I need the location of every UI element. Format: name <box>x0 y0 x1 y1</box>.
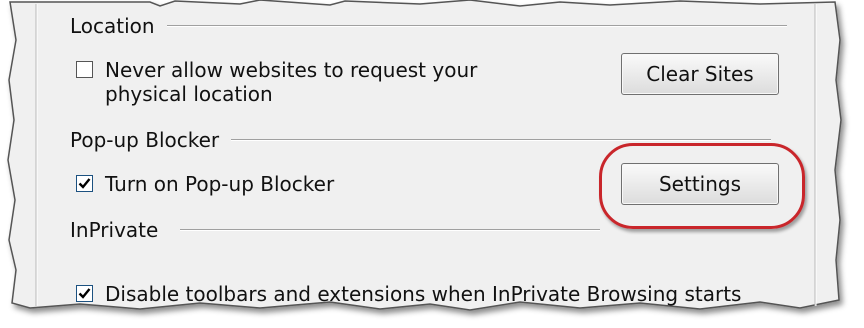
inprivate-heading: InPrivate <box>70 218 159 242</box>
turn-on-popup-blocker-label: Turn on Pop-up Blocker <box>105 172 335 196</box>
location-section: Location <box>70 14 787 38</box>
inprivate-section: InPrivate <box>70 218 601 242</box>
red-highlight-ellipse <box>599 143 805 229</box>
screenshot: Location Never allow websites to request… <box>0 0 864 328</box>
checkmark-icon <box>78 178 91 189</box>
never-allow-location-label: Never allow websites to request your phy… <box>105 58 478 106</box>
never-allow-location-checkbox[interactable] <box>76 61 93 78</box>
disable-toolbars-checkbox[interactable] <box>76 285 93 302</box>
turn-on-popup-blocker-row[interactable]: Turn on Pop-up Blocker <box>76 172 334 196</box>
location-heading: Location <box>70 14 155 38</box>
popup-blocker-heading: Pop-up Blocker <box>70 128 220 152</box>
section-divider <box>180 229 601 231</box>
clear-sites-button[interactable]: Clear Sites <box>621 53 779 95</box>
privacy-panel: Location Never allow websites to request… <box>0 0 864 328</box>
disable-toolbars-row[interactable]: Disable toolbars and extensions when InP… <box>76 282 741 306</box>
disable-toolbars-label: Disable toolbars and extensions when InP… <box>105 282 742 306</box>
section-divider <box>231 139 772 141</box>
never-allow-location-row[interactable]: Never allow websites to request your phy… <box>76 58 505 106</box>
checkmark-icon <box>78 288 91 299</box>
turn-on-popup-blocker-checkbox[interactable] <box>76 175 93 192</box>
section-divider <box>166 25 787 27</box>
